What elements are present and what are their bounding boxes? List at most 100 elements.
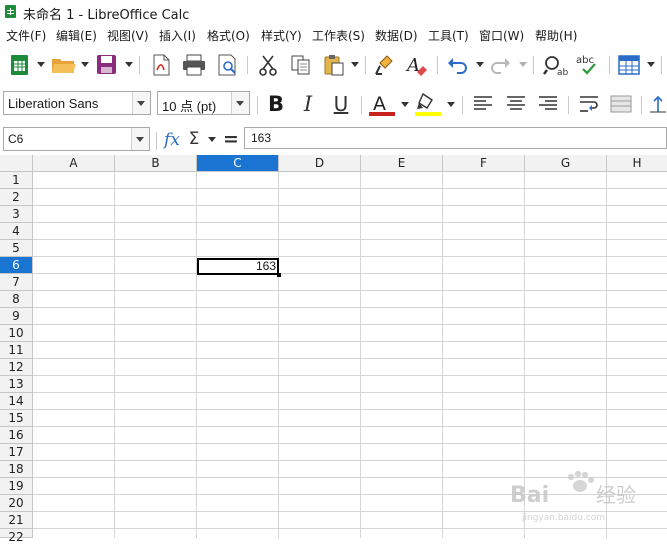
row-header[interactable]: 12 [0,359,33,376]
undo-dropdown-arrow[interactable] [476,62,484,67]
formula-button[interactable]: = [222,126,240,152]
bold-button[interactable]: B [264,91,288,117]
formula-input[interactable]: 163 [244,127,667,149]
font-name-box[interactable]: Liberation Sans [3,91,151,115]
undo-button[interactable] [444,52,470,78]
save-button[interactable] [95,52,119,78]
svg-text:Bai: Bai [510,483,549,508]
copy-button[interactable] [288,52,314,78]
column-header[interactable]: E [361,155,443,172]
table-dropdown-arrow[interactable] [647,62,655,67]
highlighter-icon [415,92,441,116]
font-size-value: 10 点 (pt) [162,99,217,114]
paste-dropdown-arrow[interactable] [351,62,359,67]
row-header[interactable]: 7 [0,274,33,291]
menu-styles[interactable]: 样式(Y) [261,27,302,44]
font-color-button[interactable]: A [367,91,397,117]
menu-edit[interactable]: 编辑(E) [56,27,97,44]
menu-sheet[interactable]: 工作表(S) [312,27,365,44]
menu-view[interactable]: 视图(V) [107,27,149,44]
row-header[interactable]: 9 [0,308,33,325]
function-wizard-button[interactable]: fx [162,127,182,153]
new-spreadsheet-button[interactable] [8,52,32,78]
active-cell[interactable]: 163 [197,258,281,277]
row-header[interactable]: 15 [0,410,33,427]
open-dropdown-arrow[interactable] [81,62,89,67]
column-header[interactable]: H [607,155,667,172]
standard-toolbar: A ab abc [0,48,667,82]
wrap-text-button[interactable] [576,91,602,117]
menu-insert[interactable]: 插入(I) [159,27,196,44]
row-header[interactable]: 16 [0,427,33,444]
merge-cells-button[interactable] [608,91,634,117]
row-header[interactable]: 20 [0,495,33,512]
spellcheck-button[interactable]: abc [574,52,604,78]
underline-button[interactable]: U [329,91,353,117]
row-header[interactable]: 17 [0,444,33,461]
highlight-dropdown-arrow[interactable] [447,102,455,107]
find-replace-button[interactable]: ab [541,52,569,78]
row-header[interactable]: 18 [0,461,33,478]
row-header[interactable]: 10 [0,325,33,342]
menu-tools[interactable]: 工具(T) [428,27,469,44]
column-header[interactable]: B [115,155,197,172]
column-header[interactable]: D [279,155,361,172]
align-left-button[interactable] [470,91,496,117]
svg-text:abc: abc [576,55,594,66]
new-dropdown-arrow[interactable] [37,62,45,67]
chevron-down-icon[interactable] [231,92,249,114]
menu-help[interactable]: 帮助(H) [535,27,577,44]
row-header[interactable]: 11 [0,342,33,359]
row-header[interactable]: 6 [0,257,33,274]
paste-button[interactable] [320,52,348,78]
row-header[interactable]: 19 [0,478,33,495]
redo-dropdown-arrow[interactable] [519,62,527,67]
row-header[interactable]: 14 [0,393,33,410]
export-pdf-button[interactable] [148,52,174,78]
print-icon [183,54,205,76]
print-preview-icon [218,54,236,76]
font-color-dropdown-arrow[interactable] [401,102,409,107]
menu-window[interactable]: 窗口(W) [479,27,524,44]
row-header[interactable]: 22 [0,529,33,544]
highlight-color-button[interactable] [413,91,443,117]
row-header[interactable]: 3 [0,206,33,223]
align-right-button[interactable] [535,91,561,117]
find-replace-icon: ab [543,56,568,76]
toolbar-separator [661,56,662,74]
table-borders-button[interactable] [616,52,642,78]
redo-button[interactable] [488,52,514,78]
align-center-button[interactable] [503,91,529,117]
row-header[interactable]: 5 [0,240,33,257]
row-header[interactable]: 1 [0,172,33,189]
column-header[interactable]: F [443,155,525,172]
clone-formatting-button[interactable] [372,52,398,78]
row-header[interactable]: 4 [0,223,33,240]
sort-button[interactable] [648,91,667,117]
select-all-corner[interactable] [0,155,33,172]
print-button[interactable] [181,52,207,78]
column-header[interactable]: C [197,155,279,172]
sum-dropdown-arrow[interactable] [208,137,216,142]
clear-formatting-button[interactable]: A [404,52,430,78]
chevron-down-icon[interactable] [132,92,150,114]
menu-format[interactable]: 格式(O) [207,27,250,44]
save-dropdown-arrow[interactable] [125,62,133,67]
row-header[interactable]: 2 [0,189,33,206]
toolbar-separator [609,56,610,74]
print-preview-button[interactable] [215,52,241,78]
open-button[interactable] [50,52,78,78]
cut-button[interactable] [255,52,281,78]
chevron-down-icon[interactable] [131,128,149,150]
row-header[interactable]: 8 [0,291,33,308]
sum-button[interactable]: Σ [186,126,202,152]
font-size-box[interactable]: 10 点 (pt) [157,91,250,115]
row-header[interactable]: 13 [0,376,33,393]
menu-data[interactable]: 数据(D) [375,27,418,44]
menu-file[interactable]: 文件(F) [6,27,46,44]
italic-button[interactable]: I [297,91,319,117]
row-header[interactable]: 21 [0,512,33,529]
column-header[interactable]: A [33,155,115,172]
name-box[interactable]: C6 [3,127,150,151]
column-header[interactable]: G [525,155,607,172]
